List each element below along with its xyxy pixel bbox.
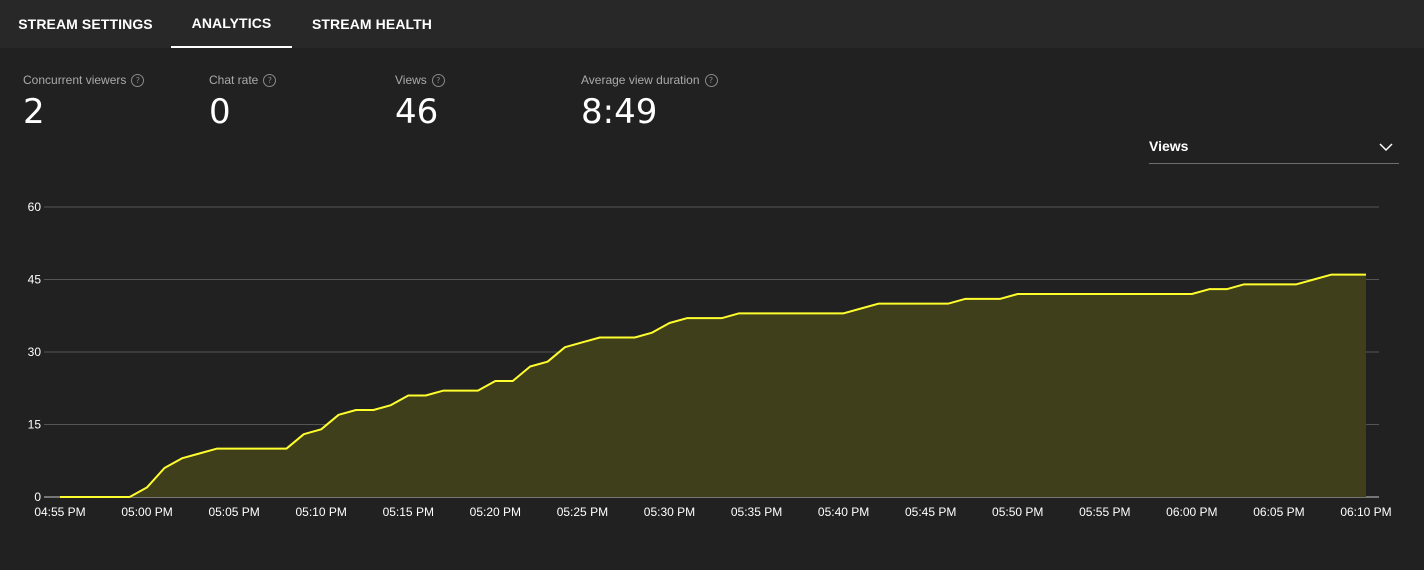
stat-label: Chat rate	[209, 73, 259, 87]
x-tick-label: 06:05 PM	[1253, 505, 1304, 519]
views-chart: 0 15 30 45 60 04:55 PM 05:00 PM 05:05 PM 05:10 P…	[28, 200, 1392, 519]
x-tick-label: 05:15 PM	[383, 505, 434, 519]
stat-value: 8:49	[581, 92, 658, 132]
x-tick-label: 05:45 PM	[905, 505, 956, 519]
y-tick-label: 60	[28, 200, 42, 214]
help-icon[interactable]: ?	[131, 73, 145, 87]
stat-label: Concurrent viewers	[23, 73, 127, 87]
help-icon[interactable]: ?	[431, 73, 445, 87]
stat-value: 2	[23, 92, 45, 132]
y-tick-label: 30	[28, 345, 42, 359]
stat-chat-rate: Chat rate ? 0	[209, 72, 277, 132]
tab-stream-health[interactable]: STREAM HEALTH	[292, 0, 452, 48]
chevron-down-icon	[1379, 143, 1393, 152]
views-area	[60, 274, 1366, 497]
stat-value: 46	[395, 92, 439, 132]
x-tick-label: 05:10 PM	[296, 505, 347, 519]
y-tick-label: 0	[34, 490, 41, 504]
tab-bar: STREAM SETTINGS ANALYTICS STREAM HEALTH	[0, 0, 1424, 48]
metric-dropdown[interactable]: Views	[1149, 132, 1399, 164]
x-tick-label: 05:20 PM	[470, 505, 521, 519]
x-tick-label: 06:10 PM	[1340, 505, 1391, 519]
x-tick-label: 04:55 PM	[34, 505, 85, 519]
tab-analytics[interactable]: ANALYTICS	[171, 0, 292, 48]
x-tick-label: 05:30 PM	[644, 505, 695, 519]
x-tick-label: 05:25 PM	[557, 505, 608, 519]
stat-views: Views ? 46	[395, 72, 445, 132]
stat-average-view-duration: Average view duration ? 8:49	[581, 72, 718, 132]
help-icon[interactable]: ?	[704, 73, 718, 87]
x-tick-label: 06:00 PM	[1166, 505, 1217, 519]
stat-value: 0	[209, 92, 231, 132]
stat-label: Views	[395, 73, 427, 87]
metric-dropdown-label: Views	[1149, 138, 1189, 154]
x-tick-label: 05:35 PM	[731, 505, 782, 519]
tab-stream-settings[interactable]: STREAM SETTINGS	[0, 0, 171, 48]
y-tick-label: 45	[28, 273, 42, 287]
x-tick-label: 05:40 PM	[818, 505, 869, 519]
y-tick-label: 15	[28, 418, 42, 432]
x-tick-label: 05:55 PM	[1079, 505, 1130, 519]
stat-concurrent-viewers: Concurrent viewers ? 2	[23, 72, 145, 132]
help-icon[interactable]: ?	[263, 73, 277, 87]
x-tick-label: 05:00 PM	[121, 505, 172, 519]
stat-label: Average view duration	[581, 73, 700, 87]
x-tick-label: 05:50 PM	[992, 505, 1043, 519]
x-tick-label: 05:05 PM	[208, 505, 259, 519]
